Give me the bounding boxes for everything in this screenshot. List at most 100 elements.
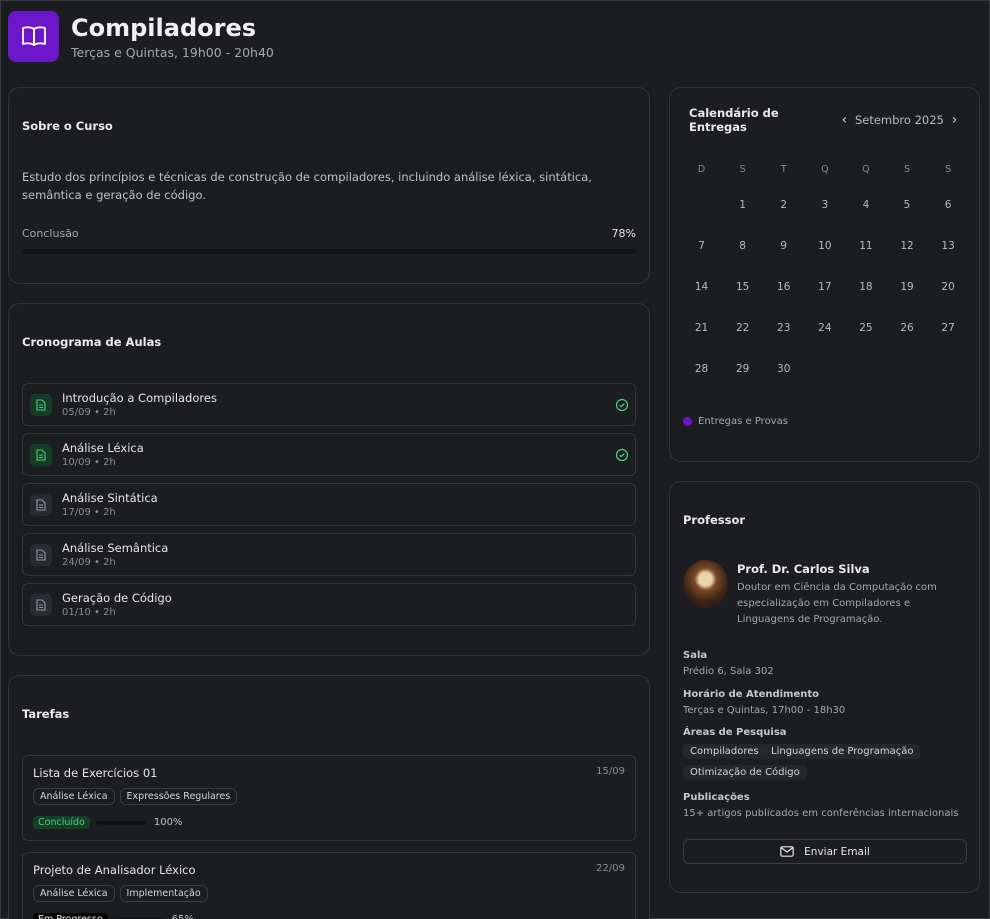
mail-icon (780, 846, 794, 857)
calendar-day[interactable]: 1 (722, 199, 763, 240)
calendar-day[interactable]: 27 (928, 322, 969, 363)
task-progress-bar (95, 820, 146, 825)
lesson-meta: 10/09 • 2h (62, 457, 116, 468)
task-item[interactable]: Projeto de Analisador Léxico 22/09 Análise… (22, 852, 636, 919)
professor-name: Prof. Dr. Carlos Silva (737, 562, 870, 576)
calendar-day[interactable]: 15 (722, 281, 763, 322)
task-item[interactable]: Lista de Exercícios 01 15/09 Análise Léxic… (22, 755, 636, 841)
calendar-day[interactable]: 6 (928, 199, 969, 240)
send-email-label: Enviar Email (804, 845, 870, 858)
file-text-icon (30, 544, 52, 566)
publications-value: 15+ artigos publicados em conferências i… (683, 808, 959, 819)
lesson-title: Análise Semântica (62, 541, 169, 555)
task-tags: Análise Léxica Implementação (33, 885, 208, 902)
about-title: Sobre o Curso (22, 119, 113, 133)
lesson-item[interactable]: Análise Semântica 24/09 • 2h (22, 533, 636, 576)
lesson-item[interactable]: Geração de Código 01/10 • 2h (22, 583, 636, 626)
calendar-grid: D S T Q Q S S 1 2 3 4 5 6 7 8 9 10 11 12 13 14 15 16 17 18 19 20 21… (681, 164, 969, 404)
calendar-day[interactable]: 24 (804, 322, 845, 363)
schedule-card: Cronograma de Aulas Introdução a Compila… (8, 303, 650, 656)
lesson-meta: 01/10 • 2h (62, 607, 116, 618)
calendar-empty-cell (928, 363, 969, 404)
calendar-legend: Entregas e Provas (683, 416, 788, 427)
professor-card: Professor Prof. Dr. Carlos Silva Doutor … (669, 481, 980, 893)
calendar-day[interactable]: 14 (681, 281, 722, 322)
calendar-week: 7 8 9 10 11 12 13 (681, 240, 969, 281)
task-tag: Implementação (119, 885, 208, 902)
lesson-title: Análise Léxica (62, 441, 144, 455)
calendar-day[interactable]: 5 (886, 199, 927, 240)
task-progress-value: 65% (172, 914, 194, 919)
schedule-title: Cronograma de Aulas (22, 335, 162, 349)
calendar-day[interactable]: 16 (763, 281, 804, 322)
calendar-day[interactable]: 8 (722, 240, 763, 281)
about-description: Estudo dos princípios e técnicas de cons… (22, 170, 592, 202)
calendar-header: Calendário de Entregas ‹ Setembro 2025 › (689, 106, 961, 134)
calendar-day[interactable]: 22 (722, 322, 763, 363)
check-circle-icon (615, 398, 629, 412)
calendar-day[interactable]: 10 (804, 240, 845, 281)
calendar-day[interactable]: 20 (928, 281, 969, 322)
weekday-label: Q (862, 164, 870, 175)
file-text-icon (30, 494, 52, 516)
task-status: Concluído 100% (33, 816, 182, 829)
status-badge: Concluído (33, 816, 90, 829)
calendar-day[interactable]: 12 (886, 240, 927, 281)
calendar-day[interactable]: 2 (763, 199, 804, 240)
calendar-day[interactable]: 9 (763, 240, 804, 281)
task-date: 15/09 (596, 766, 625, 777)
calendar-day[interactable]: 7 (681, 240, 722, 281)
file-text-icon (30, 594, 52, 616)
task-status: Em Progresso 65% (33, 913, 194, 919)
course-progress-bar (22, 249, 636, 254)
task-title: Lista de Exercícios 01 (33, 766, 158, 780)
calendar-week: 14 15 16 17 18 19 20 (681, 281, 969, 322)
calendar-day[interactable]: 17 (804, 281, 845, 322)
page-title: Compiladores (71, 13, 257, 42)
calendar-day[interactable]: 26 (886, 322, 927, 363)
calendar-day[interactable]: 23 (763, 322, 804, 363)
calendar-day[interactable]: 4 (845, 199, 886, 240)
task-tag: Análise Léxica (33, 788, 115, 805)
task-tags: Análise Léxica Expressões Regulares (33, 788, 238, 805)
professor-bio: Doutor em Ciência da Computação com espe… (737, 582, 937, 625)
calendar-day[interactable]: 28 (681, 363, 722, 404)
task-tag: Expressões Regulares (119, 788, 238, 805)
page-subtitle: Terças e Quintas, 19h00 - 20h40 (71, 44, 274, 60)
lesson-item[interactable]: Introdução a Compiladores 05/09 • 2h (22, 383, 636, 426)
chevron-left-icon[interactable]: ‹ (838, 112, 851, 128)
tasks-title: Tarefas (22, 707, 70, 721)
chevron-right-icon[interactable]: › (948, 112, 961, 128)
calendar-week: 21 22 23 24 25 26 27 (681, 322, 969, 363)
progress-value: 78% (611, 227, 636, 240)
lesson-meta: 05/09 • 2h (62, 407, 116, 418)
calendar-day[interactable]: 25 (845, 322, 886, 363)
weekday-label: T (780, 164, 787, 175)
calendar-day[interactable]: 29 (722, 363, 763, 404)
calendar-day[interactable]: 18 (845, 281, 886, 322)
calendar-empty-cell (804, 363, 845, 404)
calendar-day[interactable]: 13 (928, 240, 969, 281)
calendar-day[interactable]: 11 (845, 240, 886, 281)
professor-title: Professor (683, 513, 746, 527)
send-email-button[interactable]: Enviar Email (683, 839, 967, 864)
book-open-icon (8, 10, 59, 62)
research-label: Áreas de Pesquisa (683, 727, 787, 738)
lesson-item[interactable]: Análise Léxica 10/09 • 2h (22, 433, 636, 476)
calendar-weekdays: DSTQQSS (681, 164, 969, 199)
task-title: Projeto de Analisador Léxico (33, 863, 196, 877)
calendar-month: Setembro 2025 (854, 113, 944, 127)
calendar-empty-cell (681, 199, 722, 240)
task-tag: Análise Léxica (33, 885, 115, 902)
lesson-item[interactable]: Análise Sintática 17/09 • 2h (22, 483, 636, 526)
task-date: 22/09 (596, 863, 625, 874)
lesson-title: Geração de Código (62, 591, 172, 605)
calendar-day[interactable]: 30 (763, 363, 804, 404)
publications-label: Publicações (683, 792, 750, 803)
file-text-icon (30, 394, 52, 416)
calendar-day[interactable]: 3 (804, 199, 845, 240)
weekday-label: Q (821, 164, 829, 175)
office-hours-label: Horário de Atendimento (683, 689, 820, 700)
calendar-day[interactable]: 21 (681, 322, 722, 363)
calendar-day[interactable]: 19 (886, 281, 927, 322)
